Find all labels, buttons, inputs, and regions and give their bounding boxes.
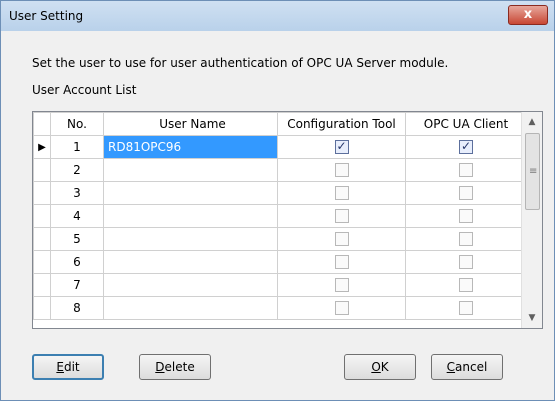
opc-ua-client-cell[interactable] [405, 181, 527, 205]
col-no: No. [50, 112, 104, 136]
opc-ua-client-checkbox[interactable] [459, 255, 473, 270]
ok-button[interactable]: OK [344, 354, 416, 380]
dialog-content: Set the user to use for user authenticat… [1, 32, 554, 400]
configuration-tool-checkbox[interactable] [334, 278, 349, 293]
user-name-cell[interactable]: RD81OPC96 [103, 135, 278, 159]
row-header [33, 227, 51, 251]
header-row: No. User Name Configuration Tool OPC UA … [33, 112, 527, 136]
configuration-tool-cell[interactable] [277, 204, 406, 228]
opc-ua-client-cell[interactable] [405, 250, 527, 274]
user-name-cell[interactable] [103, 227, 278, 251]
opc-ua-client-cell[interactable] [405, 273, 527, 297]
table-row[interactable]: 2 [33, 158, 527, 182]
row-number: 7 [50, 273, 104, 297]
opc-ua-client-cell[interactable] [405, 296, 527, 320]
cancel-mnemonic: C [446, 360, 456, 374]
title-bar[interactable]: User Setting x [1, 1, 554, 31]
opc-ua-client-checkbox[interactable] [459, 163, 473, 178]
configuration-tool-cell[interactable] [277, 296, 406, 320]
col-user-name: User Name [103, 112, 278, 136]
table-row[interactable]: 4 [33, 204, 527, 228]
row-header [33, 158, 51, 182]
row-header-corner [33, 112, 51, 136]
section-label: User Account List [32, 83, 137, 97]
close-button[interactable]: x [508, 5, 548, 25]
edit-mnemonic: E [56, 360, 64, 374]
configuration-tool-checkbox[interactable] [334, 186, 349, 201]
opc-ua-client-checkbox[interactable] [459, 232, 473, 247]
scroll-up-arrow-icon[interactable]: ▲ [522, 112, 542, 132]
delete-button[interactable]: Delete [139, 354, 211, 380]
table-row[interactable]: 7 [33, 273, 527, 297]
opc-ua-client-cell[interactable] [405, 135, 527, 159]
scroll-down-arrow-icon[interactable]: ▼ [522, 308, 542, 328]
opc-ua-client-checkbox[interactable] [459, 209, 473, 224]
opc-ua-client-checkbox[interactable] [459, 301, 473, 316]
user-name-cell[interactable] [103, 181, 278, 205]
window-title: User Setting [9, 9, 84, 23]
opc-ua-client-checkbox[interactable] [459, 186, 473, 201]
close-icon: x [523, 7, 533, 22]
user-name-cell[interactable] [103, 204, 278, 228]
row-number: 8 [50, 296, 104, 320]
edit-button[interactable]: Edit [32, 354, 104, 380]
delete-label: elete [164, 360, 195, 374]
row-header [33, 181, 51, 205]
table-row[interactable]: ▶ 1 RD81OPC96 [33, 135, 527, 159]
user-name-cell[interactable] [103, 158, 278, 182]
opc-ua-client-checkbox[interactable] [459, 139, 473, 155]
configuration-tool-checkbox[interactable] [334, 139, 349, 155]
delete-mnemonic: D [155, 360, 165, 374]
ok-label: K [380, 360, 389, 374]
row-number: 3 [50, 181, 104, 205]
configuration-tool-cell[interactable] [277, 158, 406, 182]
row-header [33, 204, 51, 228]
user-name-cell[interactable] [103, 296, 278, 320]
table-row[interactable]: 6 [33, 250, 527, 274]
configuration-tool-checkbox[interactable] [334, 209, 349, 224]
user-grid: No. User Name Configuration Tool OPC UA … [33, 112, 527, 320]
table-row[interactable]: 5 [33, 227, 527, 251]
col-configuration-tool: Configuration Tool [277, 112, 406, 136]
cancel-label: ancel [455, 360, 488, 374]
opc-ua-client-cell[interactable] [405, 227, 527, 251]
configuration-tool-cell[interactable] [277, 135, 406, 159]
configuration-tool-cell[interactable] [277, 227, 406, 251]
row-header [33, 273, 51, 297]
col-opc-ua-client: OPC UA Client [405, 112, 527, 136]
user-account-table: No. User Name Configuration Tool OPC UA … [32, 111, 543, 329]
row-number: 1 [50, 135, 104, 159]
vertical-scrollbar[interactable]: ▲ ≡ ▼ [521, 112, 542, 328]
scroll-grip-icon: ≡ [529, 166, 538, 177]
row-number: 4 [50, 204, 104, 228]
row-header [33, 250, 51, 274]
opc-ua-client-cell[interactable] [405, 204, 527, 228]
current-row-marker-icon: ▶ [33, 135, 51, 159]
user-name-cell[interactable] [103, 273, 278, 297]
opc-ua-client-checkbox[interactable] [459, 278, 473, 293]
configuration-tool-checkbox[interactable] [334, 301, 349, 316]
configuration-tool-checkbox[interactable] [334, 255, 349, 270]
configuration-tool-cell[interactable] [277, 273, 406, 297]
row-number: 5 [50, 227, 104, 251]
row-number: 6 [50, 250, 104, 274]
edit-label: dit [63, 360, 80, 374]
cancel-button[interactable]: Cancel [431, 354, 503, 380]
ok-mnemonic: O [371, 360, 381, 374]
configuration-tool-checkbox[interactable] [334, 163, 349, 178]
user-setting-window: User Setting x Set the user to use for u… [0, 0, 555, 401]
configuration-tool-checkbox[interactable] [334, 232, 349, 247]
scroll-thumb[interactable]: ≡ [525, 133, 540, 210]
configuration-tool-cell[interactable] [277, 250, 406, 274]
opc-ua-client-cell[interactable] [405, 158, 527, 182]
configuration-tool-cell[interactable] [277, 181, 406, 205]
intro-text: Set the user to use for user authenticat… [32, 56, 449, 70]
row-header [33, 296, 51, 320]
user-name-cell[interactable] [103, 250, 278, 274]
table-row[interactable]: 3 [33, 181, 527, 205]
table-row[interactable]: 8 [33, 296, 527, 320]
row-number: 2 [50, 158, 104, 182]
